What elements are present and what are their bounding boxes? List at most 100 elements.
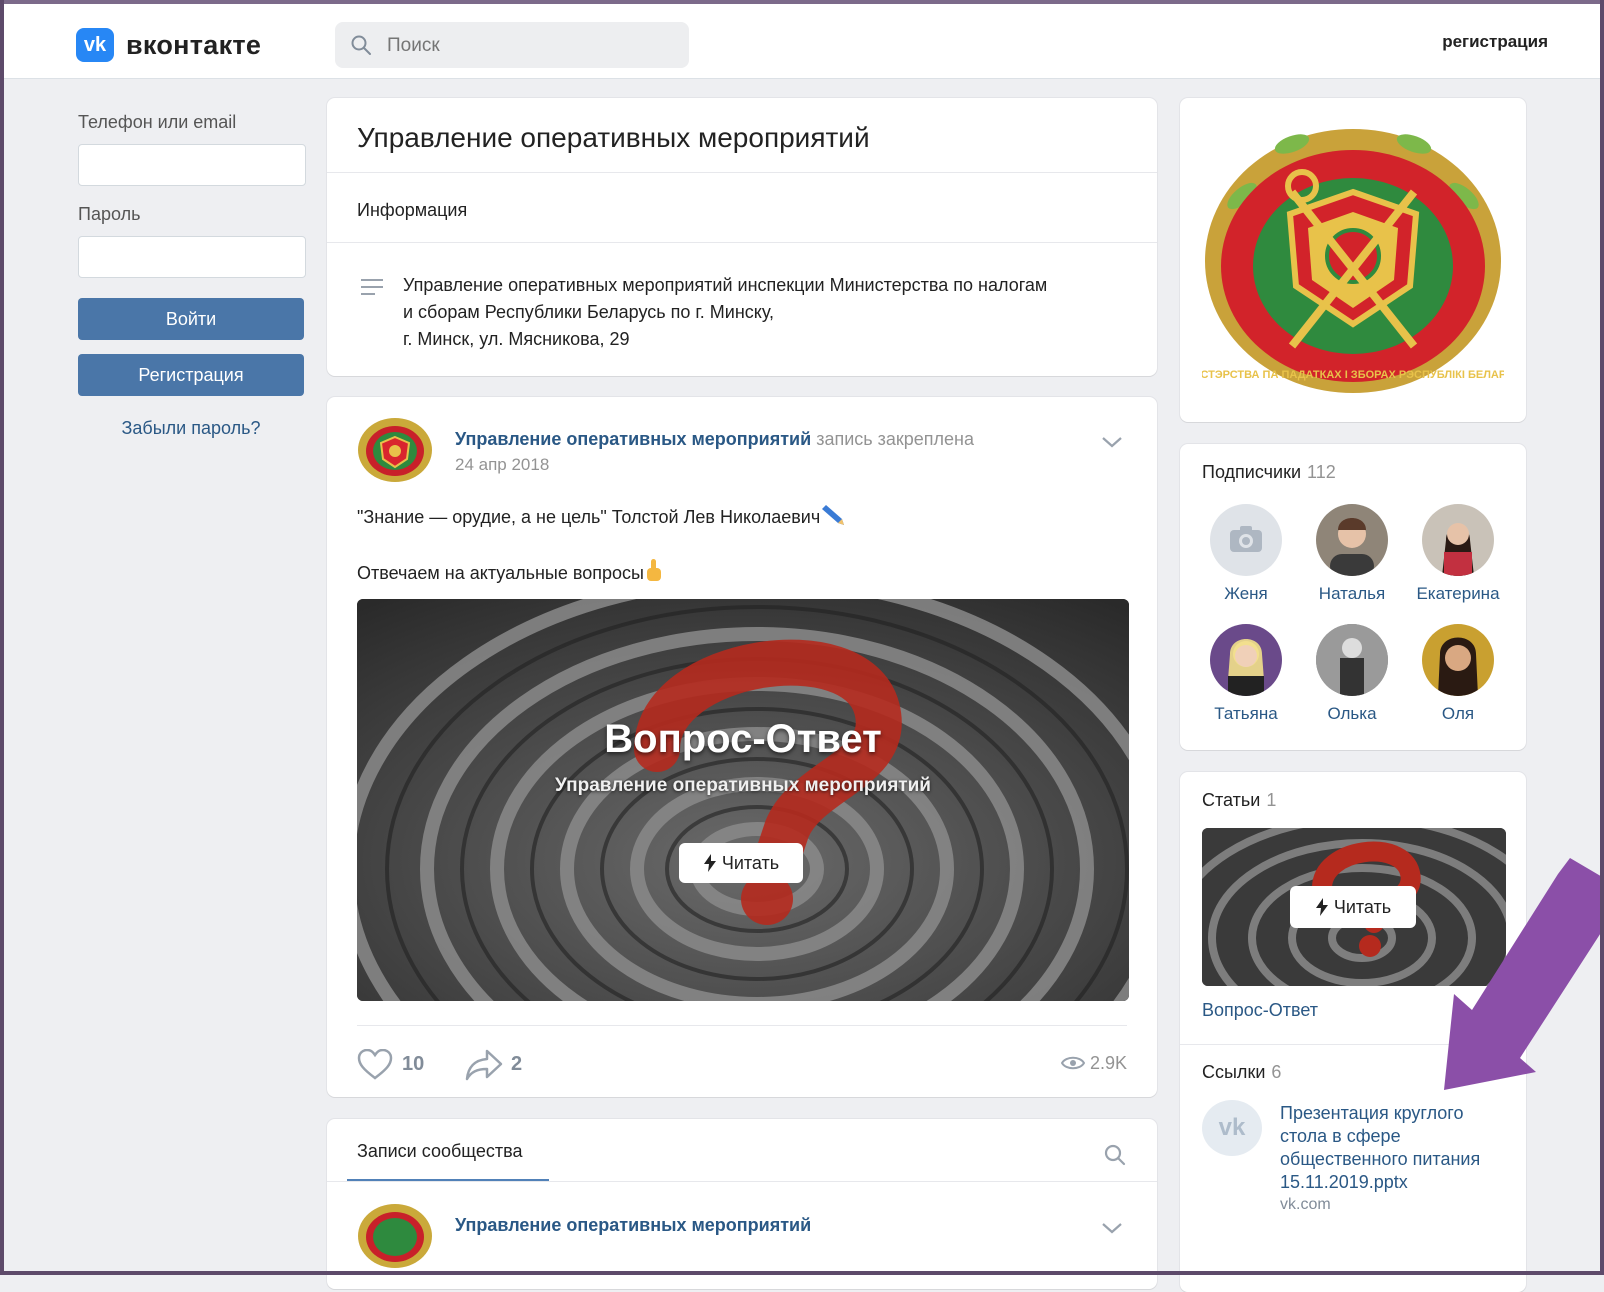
links-count: 6 — [1271, 1062, 1282, 1082]
search-icon — [351, 35, 371, 55]
lightning-icon — [703, 854, 716, 872]
avatar — [1422, 624, 1494, 696]
emblem-icon[interactable]: МІНІСТЭРСТВА ПА ПАДАТКАХ І ЗБОРАХ РЭСПУБ… — [1202, 116, 1504, 398]
avatar — [1316, 504, 1388, 576]
person-photo — [1228, 639, 1264, 696]
subscriber-item[interactable]: Татьяна — [1196, 624, 1296, 734]
share-icon[interactable] — [465, 1049, 503, 1081]
search-input[interactable] — [385, 32, 679, 60]
phone-field[interactable] — [78, 144, 306, 186]
logo-text[interactable]: вконтакте — [126, 30, 261, 61]
chevron-down-icon[interactable] — [1101, 1221, 1123, 1235]
register-link[interactable]: регистрация — [1442, 32, 1548, 52]
post-text-line: "Знание — орудие, а не цель" Толстой Лев… — [357, 505, 846, 528]
read-button-label: Читать — [1333, 897, 1392, 917]
post-actions: 10 2 2.9K — [357, 1047, 1127, 1087]
pinned-post-card: Управление оперативных мероприятий запис… — [327, 397, 1157, 1097]
like-count: 10 — [402, 1053, 425, 1075]
lightning-icon — [1315, 898, 1328, 916]
forgot-password-link[interactable]: Забыли пароль? — [78, 418, 304, 439]
views-counter: 2.9K — [1060, 1053, 1127, 1074]
subscriber-item[interactable]: Женя — [1196, 504, 1296, 614]
like-heart-icon[interactable] — [357, 1049, 393, 1081]
post-author-link[interactable]: Управление оперативных мероприятий запис… — [455, 429, 974, 450]
avatar — [1210, 624, 1282, 696]
author-name[interactable]: Управление оперативных мероприятий — [455, 429, 811, 449]
articles-count: 1 — [1266, 790, 1277, 810]
pen-emoji-icon — [822, 505, 845, 525]
group-avatar[interactable] — [357, 1203, 433, 1269]
description-line: Управление оперативных мероприятий инспе… — [403, 275, 1048, 295]
register-button[interactable]: Регистрация — [78, 354, 304, 396]
tab-community-posts[interactable]: Записи сообщества — [357, 1141, 523, 1162]
subscriber-name: Татьяна — [1214, 704, 1278, 723]
read-button-label: Читать — [721, 853, 780, 873]
description-line: и сборам Республики Беларусь по г. Минск… — [403, 302, 775, 322]
wall-card: Записи сообщества Управление оперативных… — [327, 1119, 1157, 1289]
avatar — [1316, 624, 1388, 696]
top-header: vk вконтакте регистрация — [4, 4, 1600, 79]
links-label: Ссылки — [1202, 1062, 1266, 1082]
group-description: Управление оперативных мероприятий инспе… — [403, 272, 1143, 353]
phone-label: Телефон или email — [78, 112, 237, 132]
person-photo — [1438, 637, 1478, 696]
post-quote: "Знание — орудие, а не цель" Толстой Лев… — [357, 507, 821, 527]
chevron-down-icon[interactable] — [1101, 435, 1123, 449]
post-author-link[interactable]: Управление оперативных мероприятий — [455, 1215, 811, 1236]
subscriber-name: Олька — [1327, 704, 1377, 723]
pointer-arrow-annotation — [1444, 858, 1604, 1090]
avatar — [1210, 504, 1282, 576]
subscriber-name: Наталья — [1318, 584, 1386, 603]
article-cover-image[interactable]: Вопрос-Ответ Управление оперативных меро… — [357, 599, 1129, 1001]
pointing-hand-emoji-icon — [646, 559, 661, 581]
subscribers-card: Подписчики 112 Женя Наталья Екатерина Тат… — [1180, 444, 1526, 750]
person-photo — [1316, 624, 1388, 696]
emblem-small-icon — [358, 1204, 432, 1268]
subscriber-name: Женя — [1224, 584, 1268, 603]
password-label: Пароль — [78, 204, 141, 224]
emblem-ring-text: МІНІСТЭРСТВА ПА ПАДАТКАХ І ЗБОРАХ РЭСПУБ… — [1202, 369, 1504, 381]
hero-subtitle: Управление оперативных мероприятий — [555, 775, 931, 796]
eye-icon — [1060, 1056, 1086, 1070]
link-title[interactable]: Презентация круглого стола в сфере общес… — [1280, 1102, 1510, 1194]
vk-logo-icon[interactable]: vk — [76, 28, 114, 62]
page-title: Управление оперативных мероприятий — [357, 122, 870, 153]
password-field[interactable] — [78, 236, 306, 278]
search-box[interactable] — [335, 22, 689, 68]
read-button[interactable]: Читать — [1290, 886, 1416, 928]
subscriber-item[interactable]: Наталья — [1302, 504, 1402, 614]
group-info-card: Управление оперативных мероприятий Инфор… — [327, 98, 1157, 376]
subscriber-item[interactable]: Екатерина — [1408, 504, 1508, 614]
share-count: 2 — [511, 1053, 523, 1075]
subscribers-label: Подписчики — [1202, 462, 1302, 482]
group-avatar[interactable] — [357, 417, 433, 483]
subscribers-count: 112 — [1307, 462, 1336, 482]
read-button[interactable]: Читать — [679, 843, 803, 883]
subscriber-name: Екатерина — [1416, 584, 1500, 603]
post-text-line: Отвечаем на актуальные вопросы — [357, 559, 664, 584]
article-title-link[interactable]: Вопрос-Ответ — [1202, 1000, 1318, 1021]
views-count: 2.9K — [1089, 1053, 1127, 1073]
link-domain: vk.com — [1280, 1196, 1331, 1213]
login-button[interactable]: Войти — [78, 298, 304, 340]
avatar — [1422, 504, 1494, 576]
pinned-label: запись закреплена — [816, 429, 975, 449]
subscriber-item[interactable]: Оля — [1408, 624, 1508, 734]
info-section-label: Информация — [357, 200, 468, 220]
hero-title: Вопрос-Ответ — [604, 717, 882, 761]
emblem-small-icon — [358, 418, 432, 482]
camera-icon — [1230, 526, 1262, 552]
vk-link-icon[interactable]: vk — [1202, 1100, 1262, 1156]
post-subtext: Отвечаем на актуальные вопросы — [357, 563, 644, 583]
links-title[interactable]: Ссылки 6 — [1202, 1062, 1281, 1083]
search-icon[interactable] — [1103, 1143, 1127, 1167]
person-photo — [1442, 523, 1474, 576]
maze-image — [357, 599, 1129, 1001]
subscriber-item[interactable]: Олька — [1302, 624, 1402, 734]
group-photo-card: МІНІСТЭРСТВА ПА ПАДАТКАХ І ЗБОРАХ РЭСПУБ… — [1180, 98, 1526, 422]
post-date[interactable]: 24 апр 2018 — [455, 455, 549, 475]
person-photo — [1330, 518, 1374, 576]
articles-label: Статьи — [1202, 790, 1261, 810]
articles-title[interactable]: Статьи 1 — [1202, 790, 1276, 811]
subscribers-title[interactable]: Подписчики 112 — [1202, 462, 1336, 483]
